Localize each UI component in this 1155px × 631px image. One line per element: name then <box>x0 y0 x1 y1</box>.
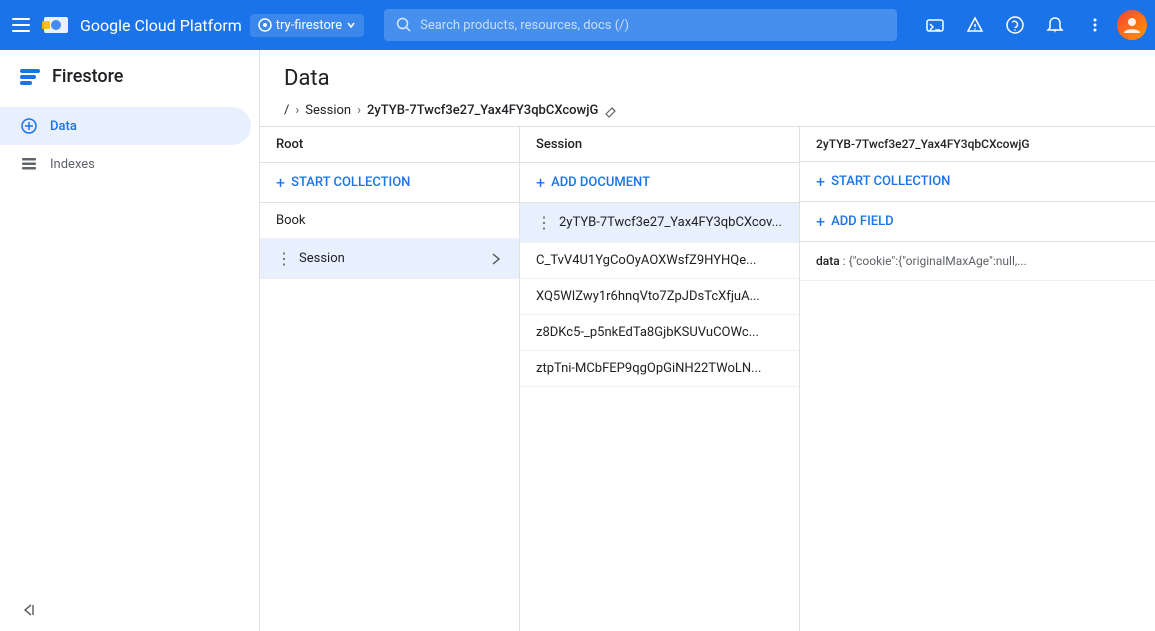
sidebar-nav: Data Indexes <box>0 103 259 187</box>
bell-icon <box>1045 15 1065 35</box>
breadcrumb-root[interactable]: / <box>284 103 289 118</box>
main-content: Data / › Session › 2yTYB-7Twcf3e27_Yax4F… <box>260 50 1155 631</box>
session-doc-4[interactable]: z8DKc5-_p5nkEdTa8GjbKSUVuCOWc... <box>520 315 799 351</box>
session-doc3-label: XQ5WIZwy1r6hnqVto7ZpJDsTcXfjuA... <box>536 289 783 304</box>
add-document-label: ADD DOCUMENT <box>551 175 650 190</box>
plus-icon-field: + <box>816 212 825 231</box>
firestore-logo-icon <box>20 69 40 85</box>
root-panel: Root + START COLLECTION Book ⋮ Session <box>260 127 520 631</box>
app-title: Google Cloud Platform <box>80 16 242 35</box>
edit-breadcrumb-icon[interactable] <box>604 104 618 118</box>
root-item-book[interactable]: Book <box>260 203 519 239</box>
sidebar-item-indexes[interactable]: Indexes <box>0 145 251 183</box>
session-panel-items: ⋮ 2yTYB-7Twcf3e27_Yax4FY3qbCXcov... C_Tv… <box>520 203 799 631</box>
document-panel-header: 2yTYB-7Twcf3e27_Yax4FY3qbCXcowjG <box>800 127 1155 162</box>
session-doc-1[interactable]: ⋮ 2yTYB-7Twcf3e27_Yax4FY3qbCXcov... <box>520 203 799 243</box>
search-placeholder: Search products, resources, docs (/) <box>420 18 629 33</box>
indexes-nav-icon <box>20 155 38 173</box>
data-nav-icon <box>20 117 38 135</box>
project-selector[interactable]: try-firestore <box>250 14 364 37</box>
add-field-label: ADD FIELD <box>831 214 894 229</box>
sidebar-title: Firestore <box>52 66 123 87</box>
page-title: Data <box>284 66 1131 91</box>
app-logo: Google Cloud Platform <box>42 11 242 39</box>
collapse-sidebar-icon <box>20 601 38 619</box>
start-collection-doc-btn[interactable]: + START COLLECTION <box>800 162 1155 202</box>
cloud-shell-icon <box>925 15 945 35</box>
breadcrumb-sep-1: › <box>295 103 299 118</box>
cloud-shell-icon-btn[interactable] <box>917 7 953 43</box>
breadcrumb-sep-2: › <box>357 103 361 118</box>
top-nav: Google Cloud Platform try-firestore Sear… <box>0 0 1155 50</box>
add-document-btn[interactable]: + ADD DOCUMENT <box>520 163 799 203</box>
sidebar-header: Firestore <box>0 50 259 103</box>
session-doc5-label: ztpTni-MCbFEP9qgOpGiNH22TWoLN... <box>536 361 783 376</box>
sidebar-indexes-label: Indexes <box>50 157 95 172</box>
more-vert-icon <box>1085 15 1105 35</box>
notifications-icon-btn[interactable] <box>957 7 993 43</box>
document-panel: 2yTYB-7Twcf3e27_Yax4FY3qbCXcowjG + START… <box>800 127 1155 631</box>
root-item-book-label: Book <box>276 213 503 228</box>
sidebar-data-label: Data <box>50 119 77 134</box>
session-doc-2[interactable]: C_TvV4U1YgCoOyAOXWsfZ9HYHQe... <box>520 243 799 279</box>
session-panel-header: Session <box>520 127 799 163</box>
bell-icon-btn[interactable] <box>1037 7 1073 43</box>
sidebar-collapse-btn[interactable] <box>0 589 259 631</box>
data-panels: Root + START COLLECTION Book ⋮ Session <box>260 126 1155 631</box>
session-doc-5[interactable]: ztpTni-MCbFEP9qgOpGiNH22TWoLN... <box>520 351 799 387</box>
help-icon-btn[interactable] <box>997 7 1033 43</box>
project-dropdown-icon <box>346 20 356 30</box>
session-doc4-label: z8DKc5-_p5nkEdTa8GjbKSUVuCOWc... <box>536 325 783 340</box>
app-layout: Firestore Data Indexes <box>0 50 1155 631</box>
more-options-icon-btn[interactable] <box>1077 7 1113 43</box>
hamburger-menu[interactable] <box>8 14 34 36</box>
alert-icon <box>965 15 985 35</box>
search-icon <box>396 17 412 33</box>
session-arrow-icon <box>489 252 503 266</box>
breadcrumb-current: 2yTYB-7Twcf3e27_Yax4FY3qbCXcowjG <box>367 103 598 118</box>
start-collection-doc-label: START COLLECTION <box>831 174 950 189</box>
user-avatar[interactable] <box>1117 10 1147 40</box>
breadcrumb-session[interactable]: Session <box>305 103 351 118</box>
start-collection-root-label: START COLLECTION <box>291 175 410 190</box>
doc-field-data: data : {"cookie":{"originalMaxAge":null,… <box>800 242 1155 281</box>
session-panel: Session + ADD DOCUMENT ⋮ 2yTYB-7Twcf3e27… <box>520 127 800 631</box>
help-icon <box>1005 15 1025 35</box>
session-doc1-label: 2yTYB-7Twcf3e27_Yax4FY3qbCXcov... <box>559 215 783 230</box>
field-value-data-val: {"cookie":{"originalMaxAge":null,... <box>849 254 1027 268</box>
session-menu-icon[interactable]: ⋮ <box>276 249 293 268</box>
start-collection-root-btn[interactable]: + START COLLECTION <box>260 163 519 203</box>
main-header: Data / › Session › 2yTYB-7Twcf3e27_Yax4F… <box>260 50 1155 126</box>
field-name-data: data <box>816 254 840 268</box>
nav-icons <box>917 7 1147 43</box>
plus-icon-session: + <box>536 173 545 192</box>
avatar-icon <box>1122 15 1142 35</box>
root-item-session[interactable]: ⋮ Session <box>260 239 519 279</box>
sidebar-item-data[interactable]: Data <box>0 107 251 145</box>
add-field-btn[interactable]: + ADD FIELD <box>800 202 1155 242</box>
root-item-session-label: Session <box>299 251 489 266</box>
doc1-menu-icon[interactable]: ⋮ <box>536 213 553 232</box>
session-doc2-label: C_TvV4U1YgCoOyAOXWsfZ9HYHQe... <box>536 253 783 268</box>
project-name: try-firestore <box>276 18 342 33</box>
breadcrumb: / › Session › 2yTYB-7Twcf3e27_Yax4FY3qbC… <box>284 103 1131 126</box>
root-panel-items: Book ⋮ Session <box>260 203 519 631</box>
plus-icon-doc-coll: + <box>816 172 825 191</box>
sidebar: Firestore Data Indexes <box>0 50 260 631</box>
project-icon <box>258 18 272 32</box>
root-panel-header: Root <box>260 127 519 163</box>
gcp-logo-icon <box>42 11 70 39</box>
session-doc-3[interactable]: XQ5WIZwy1r6hnqVto7ZpJDsTcXfjuA... <box>520 279 799 315</box>
plus-icon-root: + <box>276 173 285 192</box>
search-bar[interactable]: Search products, resources, docs (/) <box>384 9 897 41</box>
